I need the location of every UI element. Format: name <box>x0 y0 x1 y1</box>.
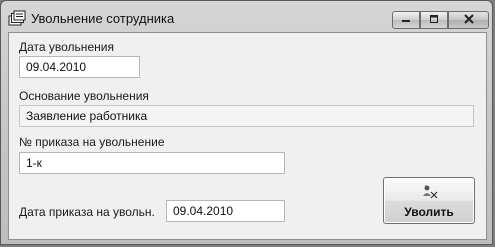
dismiss-button-label: Уволить <box>404 205 454 219</box>
order-number-label: № приказа на увольнение <box>19 135 165 149</box>
title-bar[interactable]: Увольнение сотрудника <box>1 1 492 33</box>
order-date-label: Дата приказа на увольн. <box>19 205 155 219</box>
dismiss-button[interactable]: Уволить <box>383 177 475 224</box>
window-title: Увольнение сотрудника <box>31 11 175 26</box>
form-area: Дата увольнения Основание увольнения № п… <box>8 32 487 240</box>
order-date-field[interactable] <box>166 200 285 222</box>
dismissal-date-field[interactable] <box>19 56 140 78</box>
dismiss-user-icon <box>422 184 438 200</box>
close-icon <box>463 13 475 27</box>
dismissal-date-label: Дата увольнения <box>19 40 114 54</box>
stacked-documents-icon <box>8 10 26 26</box>
close-button[interactable] <box>448 11 489 29</box>
minimize-button[interactable] <box>392 11 420 29</box>
minimize-icon <box>400 13 412 27</box>
order-number-field[interactable] <box>19 152 285 174</box>
reason-label: Основание увольнения <box>19 89 149 103</box>
maximize-icon <box>428 13 440 27</box>
dialog-window: Увольнение сотрудника Дата увольнения Ос… <box>0 0 493 245</box>
reason-field[interactable] <box>19 105 474 127</box>
maximize-button[interactable] <box>420 11 448 29</box>
